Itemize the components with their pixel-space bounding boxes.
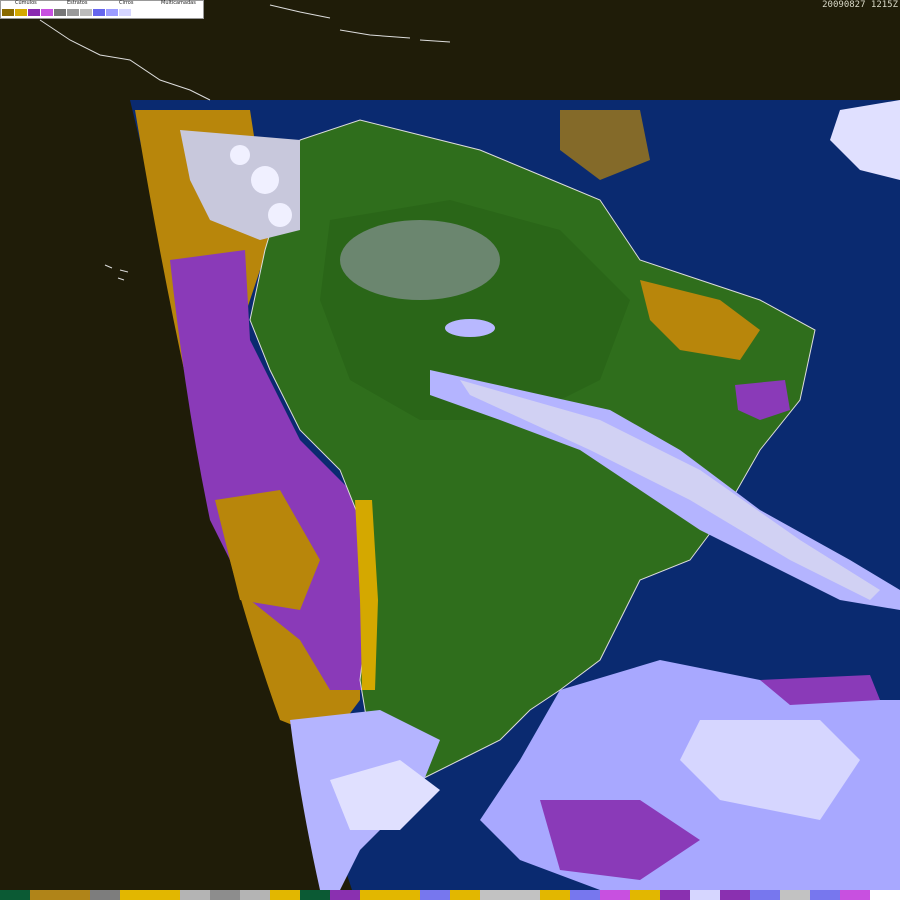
bottom-bar-swatch: [270, 890, 300, 900]
convective-cell: [268, 203, 292, 227]
bottom-bar-swatch: [330, 890, 360, 900]
legend-swatch: [119, 9, 132, 16]
bottom-bar-swatch: [120, 890, 150, 900]
bottom-bar-swatch: [690, 890, 720, 900]
bottom-bar-swatch: [780, 890, 810, 900]
satellite-cloud-map: Cúmulos Estratos Cirros Multicamadas 200…: [0, 0, 900, 900]
bottom-bar-swatch: [720, 890, 750, 900]
legend-swatch: [41, 9, 54, 16]
bottom-bar-swatch: [360, 890, 390, 900]
bottom-bar-swatch: [450, 890, 480, 900]
legend-swatch: [106, 9, 119, 16]
bottom-bar-swatch: [540, 890, 570, 900]
legend-label-stratus: Estratos: [67, 0, 88, 6]
amazon-multilayer-patch: [445, 319, 495, 337]
central-america-coastline: [39, 19, 211, 101]
bottom-bar-swatch: [750, 890, 780, 900]
bottom-bar-swatch: [90, 890, 120, 900]
bottom-bar-swatch: [390, 890, 420, 900]
image-timestamp: 20090827 1215Z: [822, 0, 898, 10]
bottom-bar-swatch: [600, 890, 630, 900]
bottom-bar-swatch: [210, 890, 240, 900]
bottom-bar-swatch: [570, 890, 600, 900]
legend-swatch: [28, 9, 41, 16]
bottom-bar-swatch: [180, 890, 210, 900]
bottom-bar-swatch: [480, 890, 510, 900]
bottom-bar-swatch: [0, 890, 30, 900]
legend-swatch: [15, 9, 28, 16]
bottom-bar-swatch: [810, 890, 840, 900]
legend-label-multilayer: Multicamadas: [161, 0, 196, 6]
bottom-bar-swatch: [870, 890, 900, 900]
caribbean-islands: [269, 4, 451, 43]
satellite-image: [39, 4, 900, 890]
bottom-bar-swatch: [150, 890, 180, 900]
bottom-bar-swatch: [660, 890, 690, 900]
bottom-bar-swatch: [300, 890, 330, 900]
legend-swatch: [67, 9, 80, 16]
bottom-bar-swatch: [630, 890, 660, 900]
legend-labels: Cúmulos Estratos Cirros Multicamadas: [1, 0, 201, 8]
legend-swatch: [93, 9, 106, 16]
convective-cell: [251, 166, 279, 194]
cloud-type-legend: Cúmulos Estratos Cirros Multicamadas: [0, 0, 204, 19]
bottom-bar-swatch: [840, 890, 870, 900]
bottom-bar-swatch: [240, 890, 270, 900]
legend-label-cumulus: Cúmulos: [15, 0, 37, 6]
bottom-bar-swatch: [60, 890, 90, 900]
legend-swatch: [2, 9, 15, 16]
legend-swatch: [80, 9, 93, 16]
bottom-bar-swatch: [420, 890, 450, 900]
bottom-bar-swatch: [510, 890, 540, 900]
bottom-bar-swatch: [30, 890, 60, 900]
convective-cell: [230, 145, 250, 165]
legend-swatch: [54, 9, 67, 16]
amazon-cirrus: [340, 220, 500, 300]
bottom-color-bar: [0, 890, 900, 900]
legend-swatches: [2, 9, 132, 16]
galapagos-islands: [104, 264, 129, 281]
legend-label-cirrus: Cirros: [119, 0, 134, 6]
